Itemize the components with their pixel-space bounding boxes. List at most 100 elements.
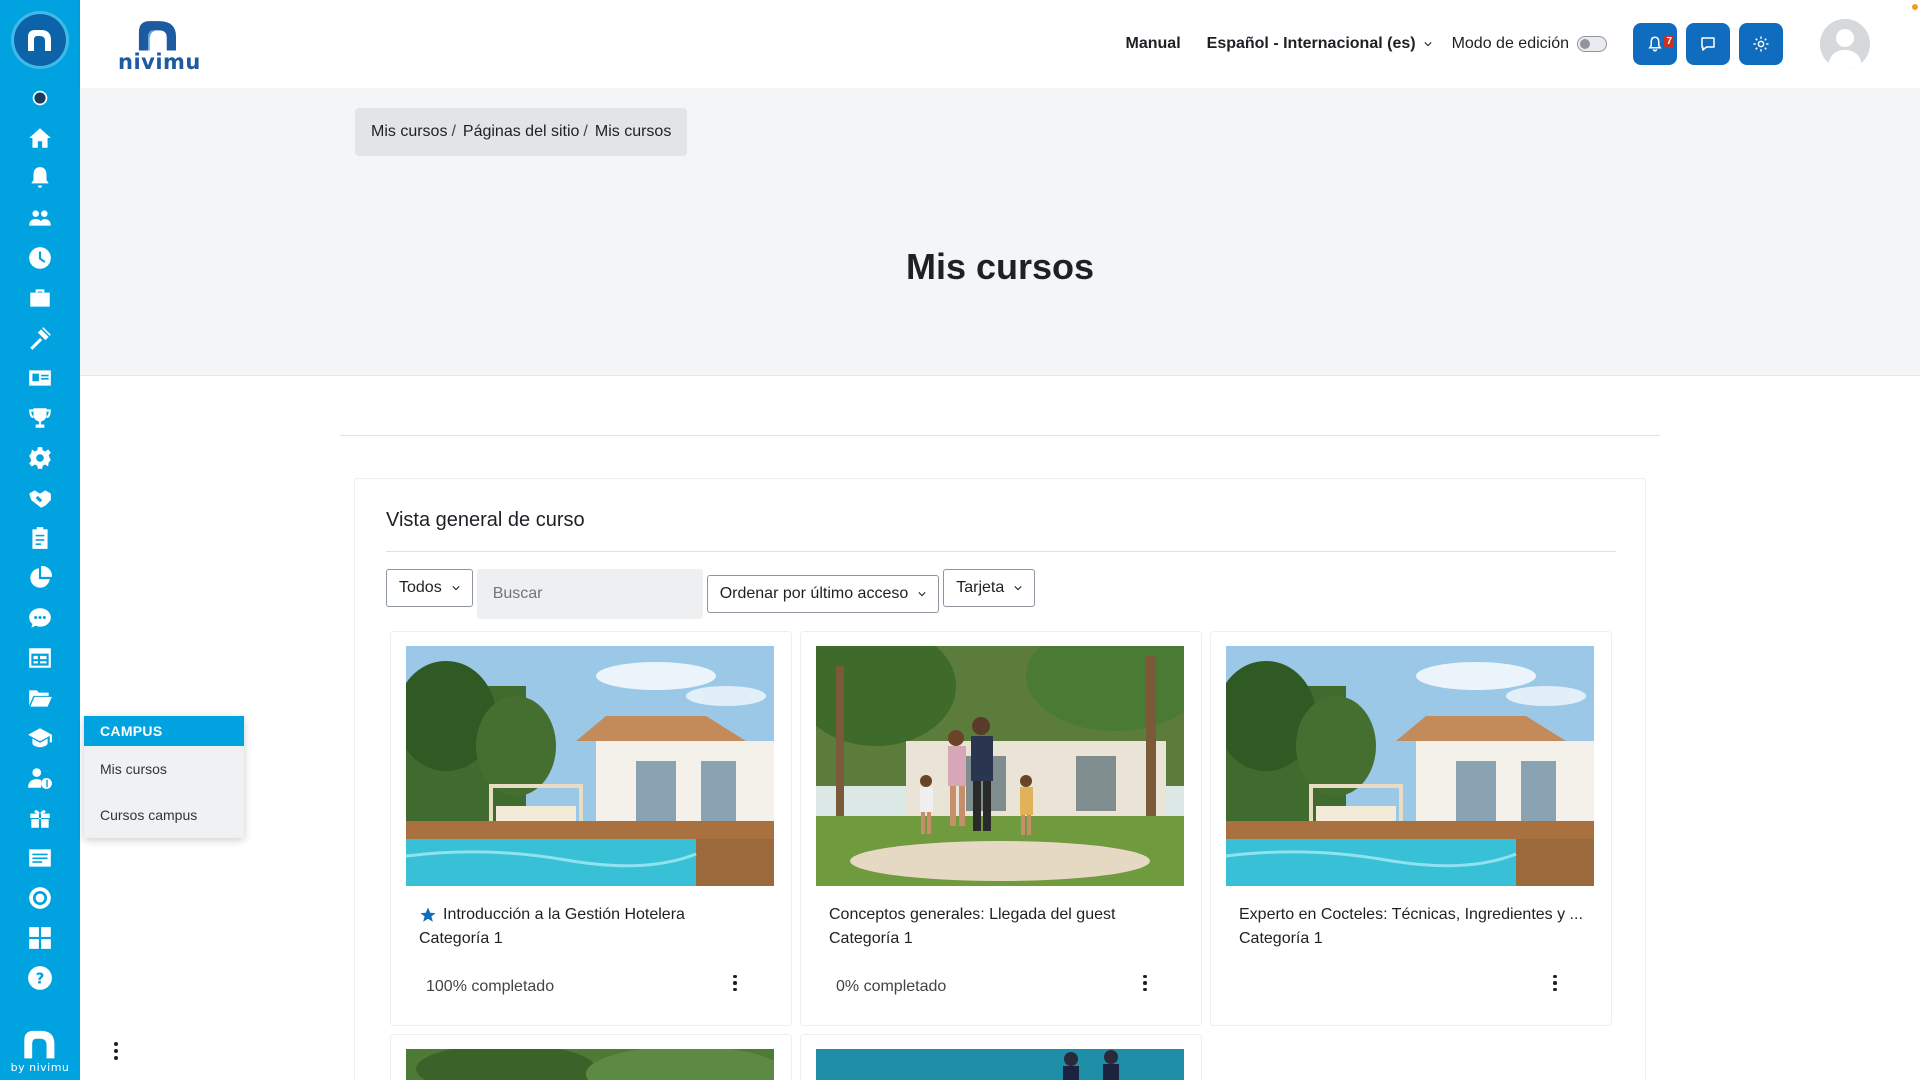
course-actions-icon[interactable] [727,972,743,994]
filter-dropdown[interactable]: Todos [386,569,473,607]
help-icon[interactable]: ? [0,958,80,998]
notification-count-badge: 7 [1664,35,1674,48]
brand-logo[interactable]: nivimu [118,18,201,74]
course-category: Categoría 1 [419,930,503,947]
course-title-link[interactable]: Introducción a la Gestión Hotelera [419,906,769,924]
page-title: Mis cursos [905,246,1095,287]
course-image-business[interactable] [816,1049,1184,1080]
brand-name: nivimu [118,50,201,74]
home-icon[interactable] [0,118,80,158]
avatar-icon [1820,19,1870,69]
breadcrumb-item[interactable]: Páginas del sitio [463,123,580,141]
course-title: Conceptos generales: Llegada del guest [829,906,1116,923]
clipboard-icon[interactable] [0,518,80,558]
campus-flyout-menu: CAMPUS Mis cursos Cursos campus [84,716,244,838]
star-icon[interactable] [419,906,437,924]
flyout-item-mis-cursos[interactable]: Mis cursos [84,746,244,792]
course-title-link[interactable]: Experto en Cocteles: Técnicas, Ingredien… [1239,906,1589,924]
left-rail: ? by nivimu [0,0,80,1080]
course-overview-block: Vista general de curso Todos Ordenar por… [354,478,1646,1080]
trophy-icon[interactable] [0,398,80,438]
gear-icon [1753,36,1769,52]
sort-dropdown[interactable]: Ordenar por último acceso [706,575,940,613]
bell-icon[interactable] [0,158,80,198]
overview-controls: Todos Ordenar por último acceso Tarjeta [386,569,1036,619]
flyout-item-cursos-campus[interactable]: Cursos campus [84,792,244,838]
chevron-down-icon [1423,42,1432,47]
course-title: Experto en Cocteles: Técnicas, Ingredien… [1239,906,1583,923]
user-avatar[interactable] [1820,19,1870,69]
section-divider [340,435,1660,436]
top-header: nivimu Manual Español - Internacional (e… [80,0,1920,88]
course-progress: 0% completado [836,978,947,995]
breadcrumb-item-current: Mis cursos [594,123,672,140]
rail-logo[interactable] [14,14,66,66]
course-category: Categoría 1 [1239,930,1323,947]
list-icon[interactable] [0,838,80,878]
course-image-pool-villa[interactable] [1226,646,1594,886]
briefcase-icon[interactable] [0,278,80,318]
block-title: Vista general de curso [386,509,585,531]
manual-link[interactable]: Manual [1126,35,1181,53]
graduation-cap-icon[interactable] [0,718,80,758]
course-title-link[interactable]: Conceptos generales: Llegada del guest [829,906,1179,924]
course-card [800,1034,1202,1080]
language-selector[interactable]: Español - Internacional (es) [1207,35,1432,53]
course-card: Introducción a la Gestión Hotelera Categ… [390,631,792,1026]
breadcrumb: Mis cursos / Páginas del sitio / Mis curso… [355,108,688,156]
chat-icon[interactable] [0,598,80,638]
course-card-list: Introducción a la Gestión Hotelera Categ… [390,631,1612,1026]
status-dot [1912,4,1918,10]
search-input[interactable] [476,569,703,619]
users-icon[interactable] [0,198,80,238]
gear-icon[interactable] [0,438,80,478]
rail-footer-text: by nivimu [10,1061,70,1074]
pie-chart-icon[interactable] [0,558,80,598]
sort-label: Ordenar por último acceso [719,585,909,602]
rail-more-icon[interactable] [108,1040,124,1062]
flyout-title: CAMPUS [84,716,244,746]
id-card-icon[interactable] [0,358,80,398]
filter-label: Todos [399,579,442,596]
target-icon[interactable] [0,878,80,918]
course-actions-icon[interactable] [1137,972,1153,994]
page-header: Mis cursos / Páginas del sitio / Mis curso… [80,88,1920,376]
course-image-garden[interactable] [406,1049,774,1080]
course-category: Categoría 1 [829,930,913,947]
breadcrumb-item[interactable]: Mis cursos [371,123,447,141]
gift-icon[interactable] [0,798,80,838]
settings-button[interactable] [1739,23,1783,65]
message-icon [1701,37,1715,51]
grid-icon[interactable] [0,918,80,958]
edit-mode-toggle[interactable] [1577,36,1607,52]
course-actions-icon[interactable] [1547,972,1563,994]
edit-mode-label: Modo de edición [1451,35,1569,52]
rail-icon-list: ? [0,78,80,998]
svg-text:?: ? [36,969,45,987]
view-dropdown[interactable]: Tarjeta [943,569,1036,607]
nivimu-logo-icon [28,30,51,51]
tools-icon[interactable] [0,318,80,358]
header-nav: Manual Español - Internacional (es) Modo… [1126,0,1870,88]
course-title: Introducción a la Gestión Hotelera [443,906,685,923]
course-card [390,1034,792,1080]
notifications-button[interactable]: 7 [1633,23,1677,65]
rail-footer: by nivimu [0,1027,80,1074]
course-card: Conceptos generales: Llegada del guest C… [800,631,1202,1026]
user-dollar-icon[interactable] [0,758,80,798]
course-card-list-row-2 [390,1034,1202,1080]
folder-icon[interactable] [0,678,80,718]
course-image-pool-villa[interactable] [406,646,774,886]
block-divider [386,551,1616,552]
calendar-icon[interactable] [0,638,80,678]
language-label: Español - Internacional (es) [1206,35,1416,52]
handshake-icon[interactable] [0,478,80,518]
view-label: Tarjeta [956,579,1005,596]
course-card: Experto en Cocteles: Técnicas, Ingredien… [1210,631,1612,1026]
messages-button[interactable] [1686,23,1730,65]
course-image-family-garden[interactable] [816,646,1184,886]
bell-icon [1648,36,1662,52]
chevron-down-icon [918,592,926,597]
rail-dot-icon[interactable] [0,78,80,118]
clock-icon[interactable] [0,238,80,278]
